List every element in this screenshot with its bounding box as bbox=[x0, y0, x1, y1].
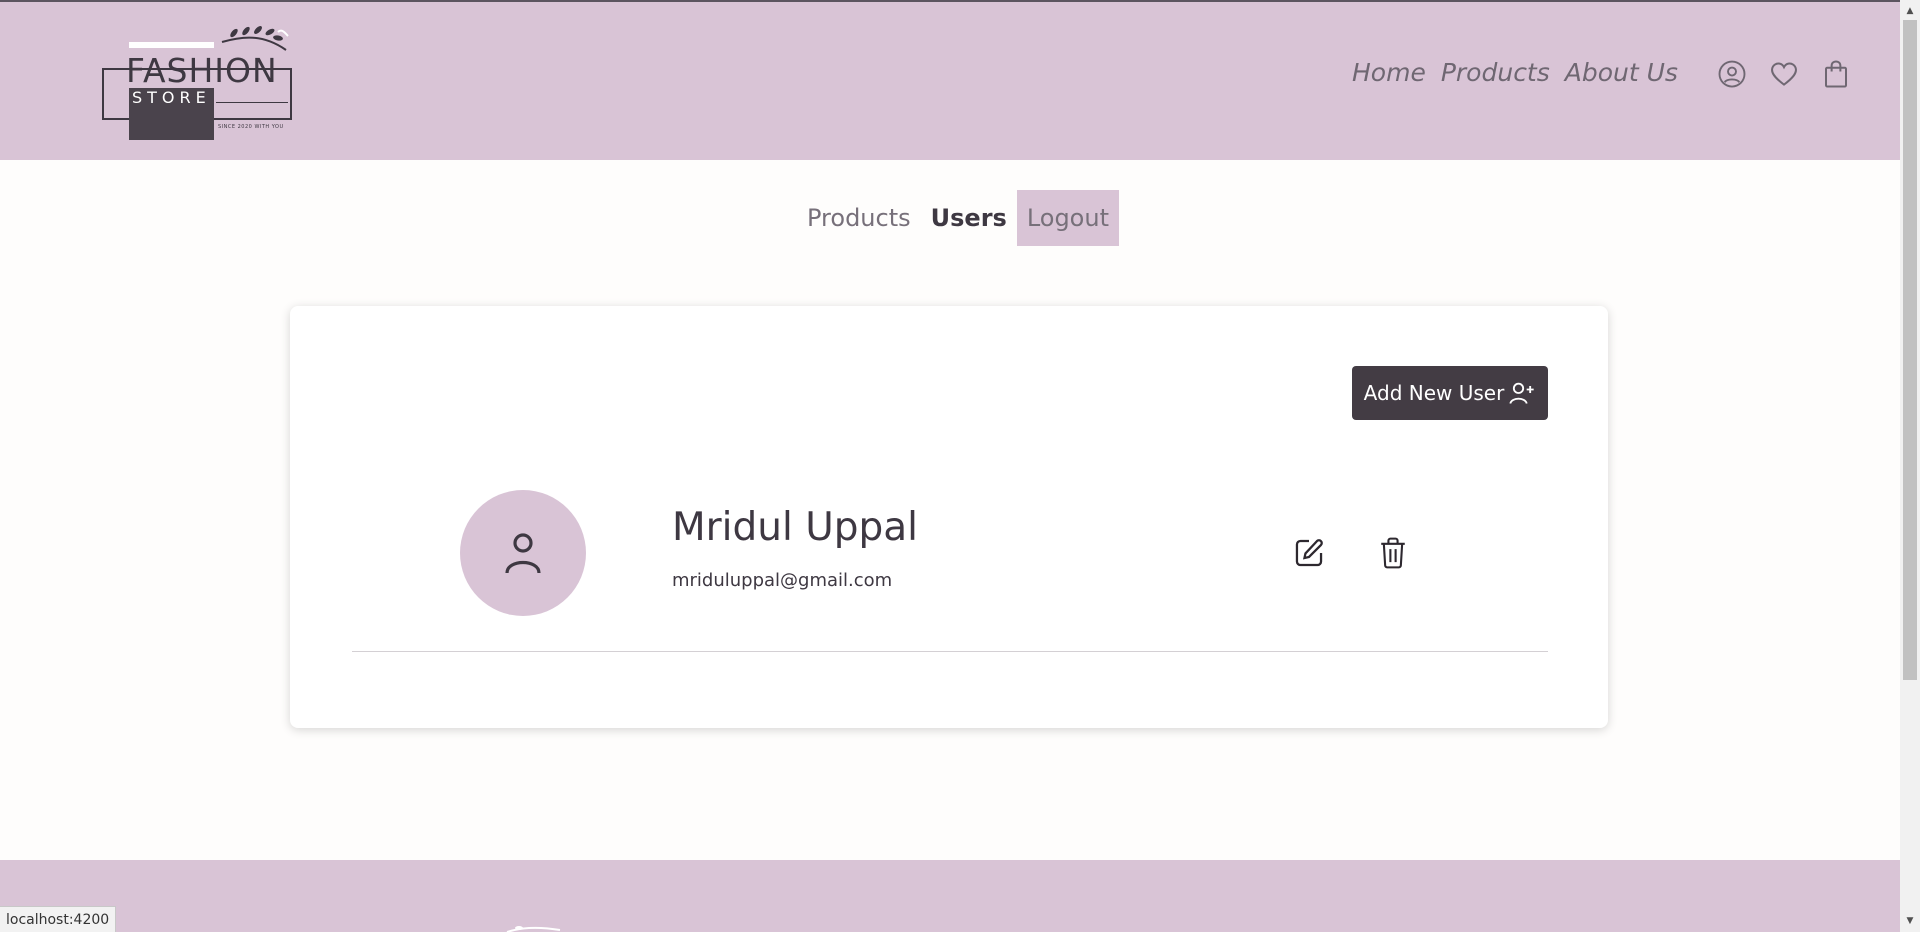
main-nav: Home Products About Us bbox=[1352, 58, 1693, 87]
user-name: Mridul Uppal bbox=[672, 505, 919, 550]
site-header: FASHION STORE SINCE 2020 WITH YOU Home P… bbox=[0, 0, 1900, 160]
logo-line bbox=[216, 102, 288, 103]
status-bar-url: localhost:4200 bbox=[0, 906, 117, 932]
user-plus-icon bbox=[1509, 382, 1534, 404]
leaf-branch-icon bbox=[221, 26, 289, 51]
leaf-branch-icon bbox=[506, 926, 561, 932]
user-list-item: Mridul Uppal mriduluppal@gmail.com bbox=[352, 490, 1548, 652]
scroll-up-arrow-icon[interactable]: ▲ bbox=[1900, 2, 1920, 20]
add-user-button[interactable]: Add New User bbox=[1352, 366, 1548, 420]
avatar bbox=[460, 490, 586, 616]
logo-top-bar bbox=[129, 42, 214, 48]
add-user-label: Add New User bbox=[1363, 381, 1505, 405]
brand-logo[interactable]: FASHION STORE SINCE 2020 WITH YOU bbox=[100, 24, 296, 142]
user-avatar-icon bbox=[505, 533, 541, 574]
trash-icon bbox=[1381, 537, 1405, 569]
edit-icon bbox=[1295, 539, 1323, 567]
nav-products[interactable]: Products bbox=[1441, 58, 1550, 87]
user-email: mriduluppal@gmail.com bbox=[672, 570, 893, 591]
admin-tabs: Products Users Logout bbox=[797, 190, 1119, 246]
shopping-bag-icon[interactable] bbox=[1820, 58, 1852, 90]
scrollbar-thumb[interactable] bbox=[1903, 20, 1917, 680]
delete-user-button[interactable] bbox=[1373, 533, 1413, 573]
user-icon[interactable] bbox=[1716, 58, 1748, 90]
users-card: Add New User Mridul Uppal mriduluppal@gm… bbox=[290, 306, 1608, 728]
header-icon-group bbox=[1716, 58, 1852, 90]
heart-icon[interactable] bbox=[1768, 58, 1800, 90]
tab-products[interactable]: Products bbox=[797, 190, 921, 246]
nav-about-us[interactable]: About Us bbox=[1565, 58, 1678, 87]
tab-logout[interactable]: Logout bbox=[1016, 190, 1119, 246]
site-footer bbox=[0, 860, 1900, 932]
logo-brand-line2: STORE bbox=[132, 88, 211, 107]
logo-tagline: SINCE 2020 WITH YOU bbox=[218, 124, 284, 130]
edit-user-button[interactable] bbox=[1289, 533, 1329, 573]
tab-users[interactable]: Users bbox=[921, 190, 1017, 246]
nav-home[interactable]: Home bbox=[1352, 58, 1426, 87]
vertical-scrollbar[interactable]: ▲ ▼ bbox=[1900, 0, 1920, 932]
scroll-down-arrow-icon[interactable]: ▼ bbox=[1900, 912, 1920, 930]
